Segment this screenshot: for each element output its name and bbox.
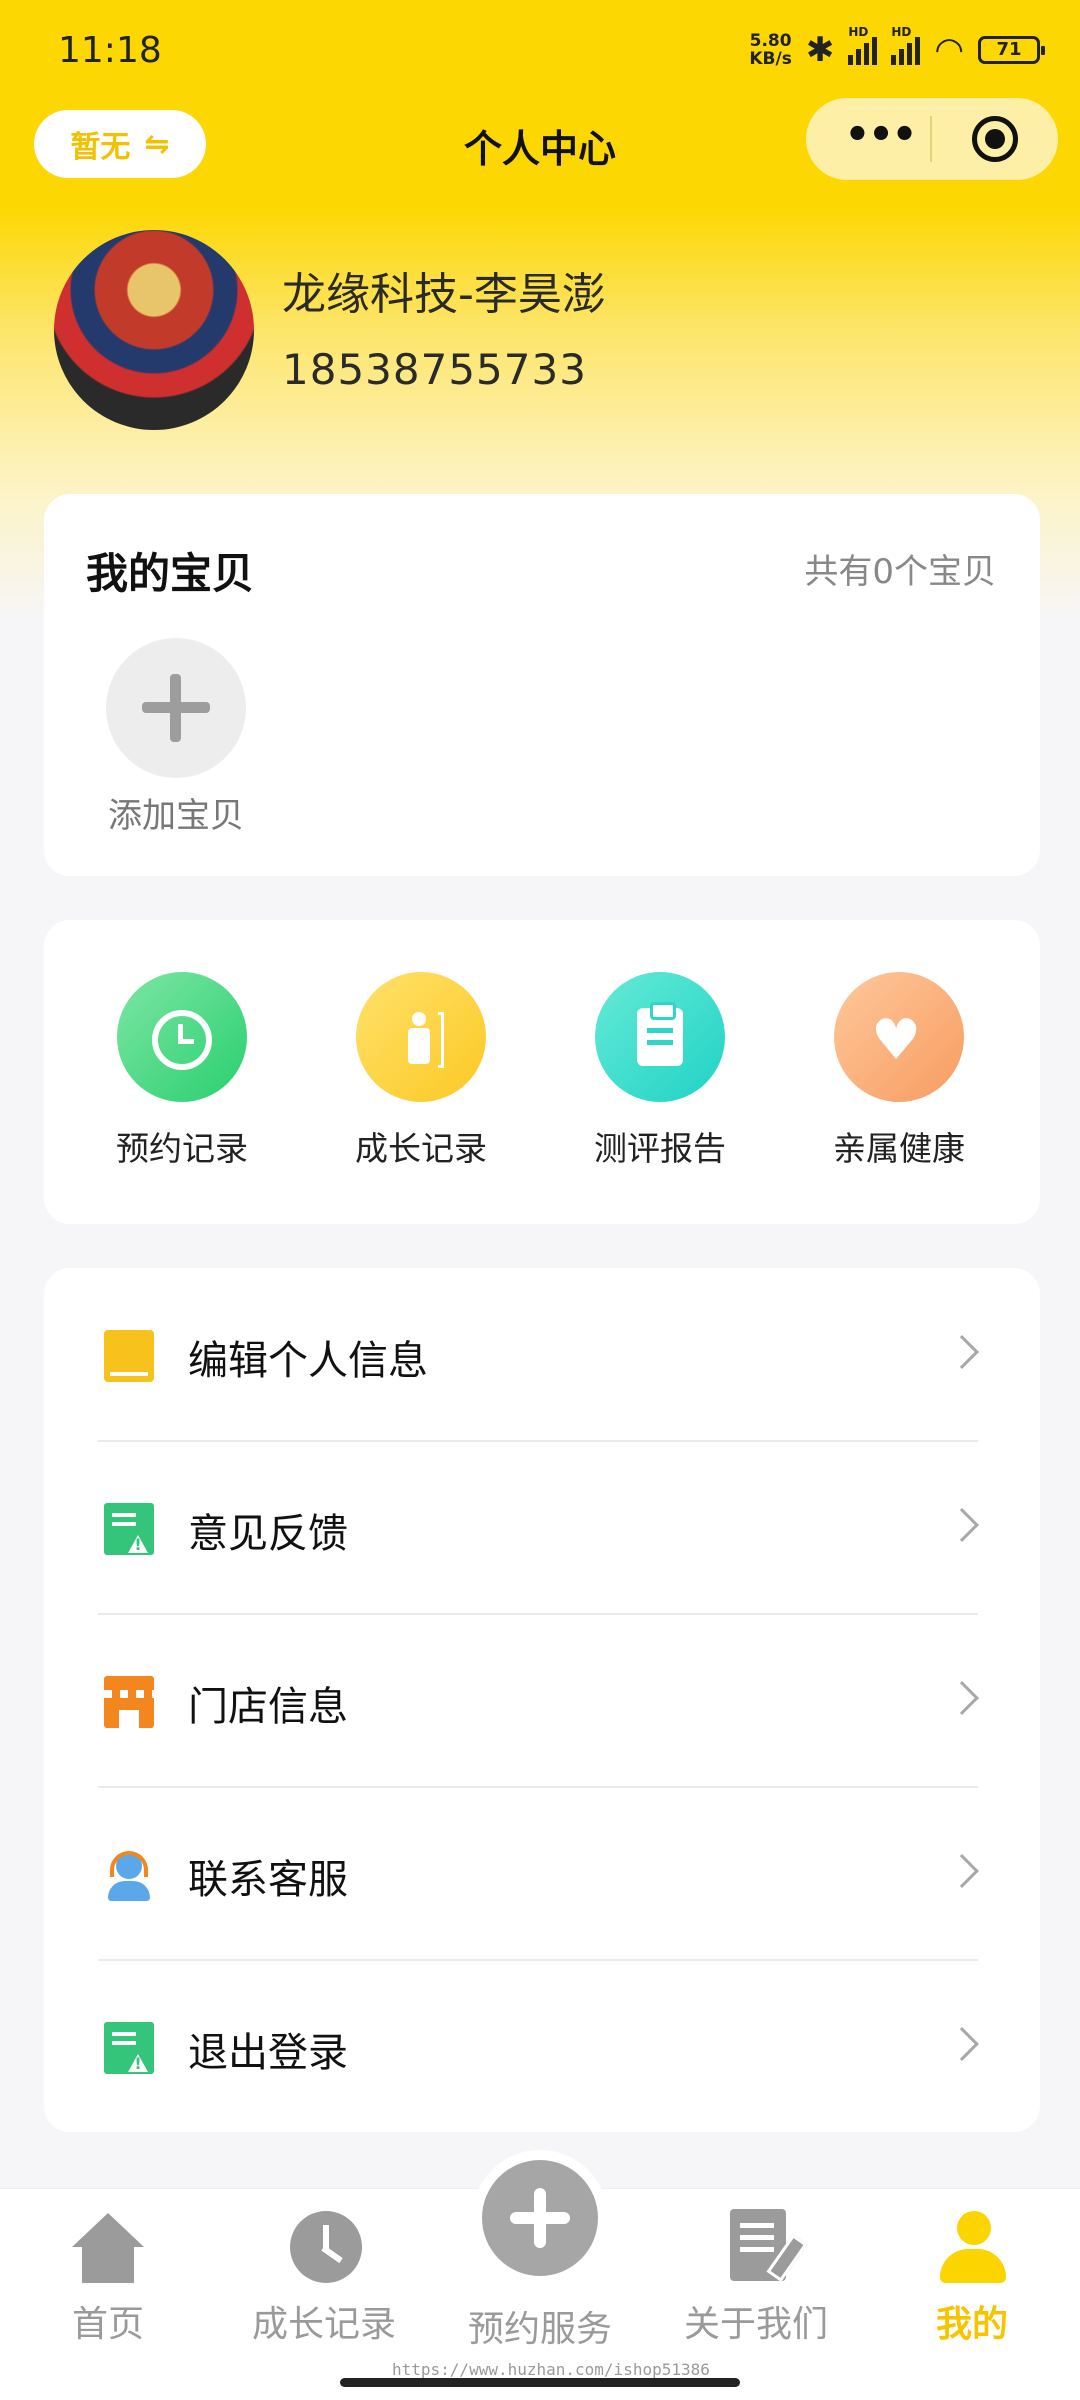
menu-item-edit-profile[interactable]: 编辑个人信息 — [44, 1268, 1040, 1441]
watermark: https://www.huzhan.com/ishop51386 — [392, 2360, 710, 2379]
tab-label: 关于我们 — [683, 2304, 828, 2345]
menu-item-label: 门店信息 — [188, 1684, 348, 1730]
network-speed: 5.80 KB/s — [749, 31, 792, 69]
menu-item-feedback[interactable]: 意见反馈 — [44, 1441, 1040, 1614]
customer-service-icon — [104, 1849, 154, 1901]
menu-item-label: 联系客服 — [188, 1857, 348, 1903]
heart-pulse-icon: ♥ — [834, 972, 964, 1102]
growth-height-icon — [356, 972, 486, 1102]
tab-label: 首页 — [71, 2304, 144, 2345]
status-bar: 11:18 5.80 KB/s ✱ HD HD ◠ 71 — [0, 0, 1080, 100]
miniapp-capsule: ••• — [806, 98, 1058, 180]
menu-item-store-info[interactable]: 门店信息 — [44, 1614, 1040, 1787]
tab-growth[interactable]: 成长记录 — [224, 2205, 424, 2347]
shortcut-label: 测评报告 — [594, 1129, 726, 1168]
chevron-right-icon — [945, 1854, 979, 1888]
tab-home[interactable]: 首页 — [8, 2205, 208, 2347]
booking-plus-button[interactable] — [472, 2150, 608, 2286]
babies-title: 我的宝贝 — [86, 549, 255, 598]
shortcut-label: 预约记录 — [116, 1129, 248, 1168]
chevron-right-icon — [945, 1335, 979, 1369]
shortcut-assessment-report[interactable]: 测评报告 — [540, 972, 780, 1170]
menu-item-logout[interactable]: 退出登录 — [44, 1960, 1040, 2133]
menu-item-label: 意见反馈 — [188, 1511, 348, 1557]
close-target-icon[interactable] — [972, 116, 1018, 162]
clipboard-icon — [595, 972, 725, 1102]
babies-count: 共有0个宝贝 — [804, 552, 996, 592]
avatar[interactable] — [54, 230, 254, 430]
battery-icon: 71 — [978, 36, 1045, 64]
signal-icon: HD — [848, 25, 878, 65]
alarm-clock-icon — [117, 972, 247, 1102]
document-edit-icon — [716, 2205, 796, 2285]
menu-item-label: 退出登录 — [188, 2030, 348, 2076]
tab-booking-label[interactable]: 预约服务 — [440, 2300, 640, 2352]
profile-name: 龙缘科技-李昊澎 — [282, 269, 606, 320]
chevron-right-icon — [945, 1681, 979, 1715]
menu-item-customer-service[interactable]: 联系客服 — [44, 1787, 1040, 1960]
wifi-icon: ◠ — [934, 30, 964, 70]
tab-about[interactable]: 关于我们 — [656, 2205, 856, 2347]
logout-doc-icon — [104, 2022, 154, 2074]
menu-item-label: 编辑个人信息 — [188, 1338, 428, 1384]
shortcut-label: 成长记录 — [355, 1129, 487, 1168]
shortcut-label: 亲属健康 — [833, 1129, 965, 1168]
add-baby-label[interactable]: 添加宝贝 — [86, 788, 266, 837]
tab-label: 成长记录 — [251, 2304, 396, 2345]
status-icons: 5.80 KB/s ✱ HD HD ◠ 71 — [749, 25, 1045, 72]
plus-icon — [482, 2160, 598, 2276]
add-baby-button[interactable] — [106, 638, 246, 778]
store-icon — [104, 1676, 154, 1728]
shortcut-growth-records[interactable]: 成长记录 — [301, 972, 541, 1170]
signal-icon: HD — [891, 25, 921, 65]
chevron-right-icon — [945, 1508, 979, 1542]
bluetooth-icon: ✱ — [805, 30, 835, 70]
user-icon — [932, 2205, 1012, 2285]
shortcut-booking-records[interactable]: 预约记录 — [62, 972, 302, 1170]
home-indicator — [340, 2378, 740, 2387]
tab-label: 我的 — [935, 2304, 1008, 2345]
feedback-doc-icon — [104, 1503, 154, 1555]
profile-phone: 18538755733 — [282, 345, 587, 394]
capsule-divider — [930, 116, 932, 162]
more-icon[interactable]: ••• — [840, 115, 920, 158]
status-time: 11:18 — [58, 30, 162, 71]
home-icon — [68, 2205, 148, 2285]
shortcut-family-health[interactable]: ♥ 亲属健康 — [779, 972, 1019, 1170]
tab-mine[interactable]: 我的 — [872, 2205, 1072, 2347]
clock-icon — [284, 2205, 364, 2285]
book-icon — [104, 1330, 154, 1382]
chevron-right-icon — [945, 2027, 979, 2061]
